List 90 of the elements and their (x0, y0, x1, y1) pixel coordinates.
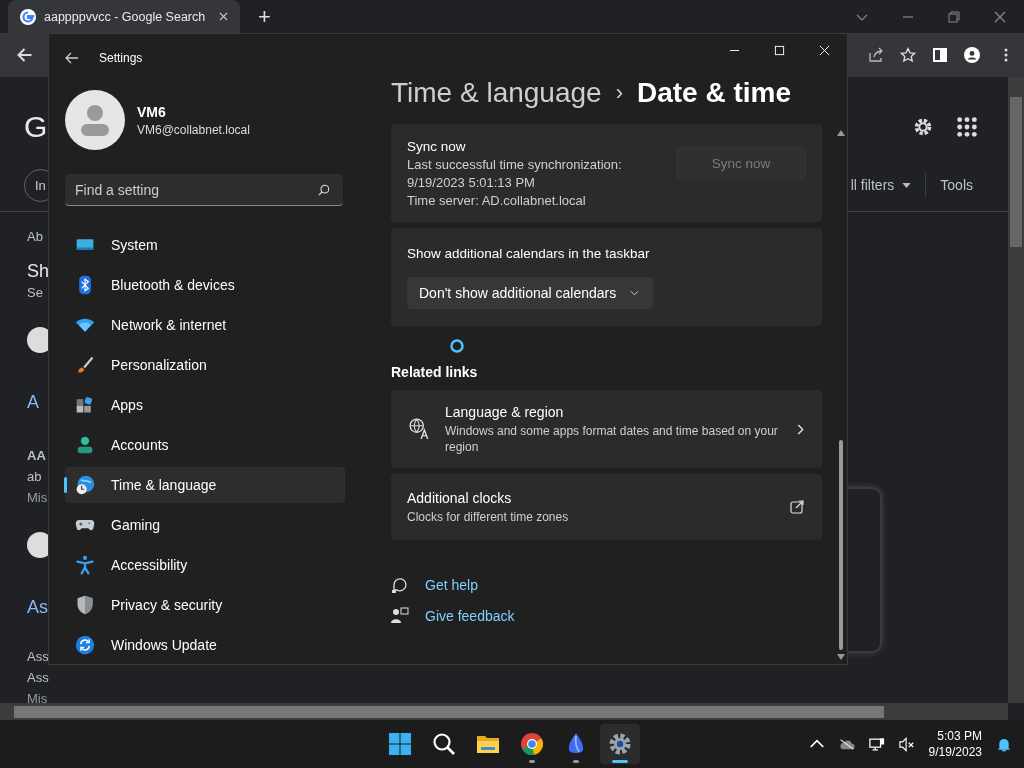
accessibility-icon (75, 555, 95, 575)
dropdown-arrow-icon (902, 182, 912, 188)
scrollbar[interactable] (1008, 77, 1024, 703)
nav-item[interactable]: Privacy & security (65, 587, 345, 623)
link-description: Windows and some apps format dates and time based on your region (445, 422, 779, 455)
feedback-icon (391, 607, 409, 625)
result-text: Ass (27, 669, 49, 687)
sync-info: Last successful time synchronization: (407, 156, 623, 172)
page-title: Date & time (637, 77, 792, 109)
nav-item[interactable]: Accessibility (65, 547, 345, 583)
related-link-card[interactable]: Language & region Windows and some apps format dates and time based on your region (391, 390, 822, 468)
settings-icon[interactable] (912, 116, 934, 138)
privacy-icon (75, 595, 95, 615)
result-text: Mis (27, 690, 48, 708)
nav-item[interactable]: Gaming (65, 507, 345, 543)
windows-logo-icon (388, 732, 412, 756)
loading-icon (449, 338, 465, 354)
breadcrumb-separator: › (615, 80, 623, 106)
link-description: Clocks for different time zones (407, 508, 570, 525)
brush-icon (75, 355, 95, 375)
user-name: VM6 (137, 103, 167, 120)
nav-item[interactable]: Personalization (65, 347, 345, 383)
gear-icon (608, 732, 632, 756)
card-title: Sync now (407, 138, 467, 154)
browser-icon (520, 732, 544, 756)
nav-item[interactable]: Windows Update (65, 627, 345, 663)
volume-muted-icon[interactable] (898, 736, 915, 752)
search-field[interactable]: Find a setting (65, 174, 343, 206)
apps-icon (75, 395, 95, 415)
profile-icon[interactable] (964, 47, 980, 63)
calendars-dropdown[interactable]: Don't show additional calendars (407, 276, 654, 309)
result-text: AA (27, 447, 46, 465)
nav-item[interactable]: Apps (65, 387, 345, 423)
back-arrow-icon[interactable] (16, 47, 33, 63)
help-link[interactable]: Get help (425, 577, 478, 593)
time-icon (75, 475, 95, 495)
taskbar-app[interactable] (600, 724, 640, 764)
nav-item[interactable]: Network & internet (65, 307, 345, 343)
section-heading: Related links (391, 364, 479, 380)
result-text: ab (27, 468, 42, 486)
chevron-down-icon (630, 289, 640, 296)
nav-item[interactable]: Time & language (65, 467, 345, 503)
help-icon (391, 576, 409, 594)
user-email: VM6@collabnet.local (137, 122, 250, 137)
breadcrumb-link[interactable]: Time & language (391, 77, 602, 109)
nav-item[interactable]: System (65, 227, 345, 263)
google-logo[interactable]: G (24, 110, 48, 144)
search-icon (432, 732, 456, 756)
help-link[interactable]: Give feedback (425, 608, 515, 624)
close-icon[interactable] (219, 12, 228, 21)
card-title: Show additional calendars in the taskbar (407, 245, 651, 261)
related-link-card[interactable]: Additional clocks Clocks for different time zones (391, 474, 822, 540)
result-title: Sh (27, 261, 50, 282)
link-title: Additional clocks (407, 489, 513, 506)
menu-icon[interactable] (1004, 47, 1008, 63)
taskbar-clock[interactable]: 5:03 PM 9/19/2023 (928, 728, 982, 760)
star-icon[interactable] (900, 47, 916, 63)
scroll-up-icon[interactable] (837, 130, 845, 136)
result-text: Mis (27, 489, 48, 507)
tools-button[interactable]: Tools (940, 177, 973, 193)
scroll-down-icon[interactable] (837, 654, 845, 660)
avatar-icon (65, 90, 125, 150)
external-link-icon (790, 500, 804, 514)
apps-grid-icon[interactable] (956, 116, 978, 138)
window-title: Settings (99, 51, 143, 65)
horizontal-scrollbar[interactable] (0, 703, 1008, 720)
accounts-icon (75, 435, 95, 455)
new-tab-button[interactable]: + (258, 3, 271, 30)
result-text: Se (27, 284, 43, 302)
result-text: Ab (27, 228, 43, 246)
maximize-icon[interactable] (774, 44, 785, 56)
share-icon[interactable] (868, 47, 884, 63)
search-icon[interactable] (318, 184, 330, 196)
chevron-right-icon (797, 423, 804, 435)
nav-item[interactable]: Accounts (65, 427, 345, 463)
update-icon (75, 635, 95, 655)
network-icon[interactable] (868, 736, 885, 752)
google-icon (20, 8, 36, 25)
back-arrow-icon[interactable] (65, 52, 79, 64)
browser-tab[interactable]: aappppvvcc - Google Search (8, 0, 240, 33)
all-filters-button[interactable]: ll filters (850, 177, 912, 193)
nav-item[interactable]: Bluetooth & devices (65, 267, 345, 303)
restore-icon[interactable] (948, 10, 960, 23)
language-icon (409, 418, 431, 440)
side-panel-icon[interactable] (932, 47, 948, 63)
sync-info: Time server: AD.collabnet.local (407, 192, 587, 208)
link-title: Language & region (445, 403, 565, 420)
result-text: Ass (27, 648, 49, 666)
notification-bell-icon[interactable] (996, 736, 1012, 752)
sync-info: 9/19/2023 5:01:13 PM (407, 174, 536, 190)
